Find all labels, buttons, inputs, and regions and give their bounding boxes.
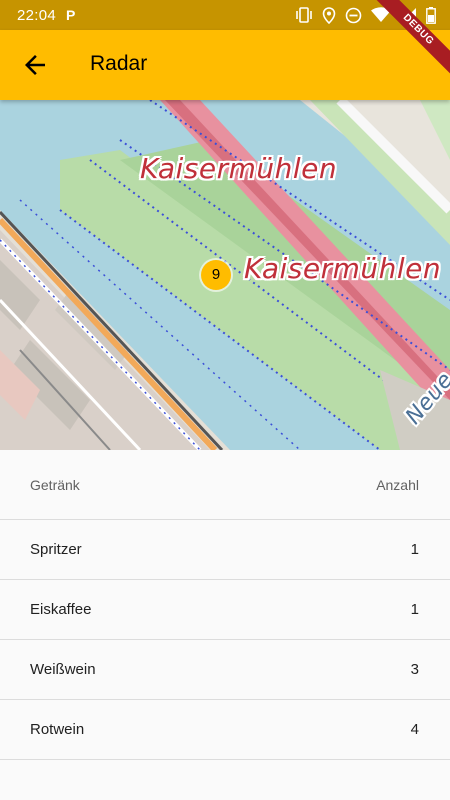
do-not-disturb-icon bbox=[345, 7, 362, 23]
location-icon bbox=[322, 6, 336, 24]
column-header-drink: Getränk bbox=[30, 476, 80, 493]
table-row: Rotwein 4 bbox=[0, 700, 450, 760]
drink-name: Weißwein bbox=[30, 661, 96, 678]
map-view[interactable]: Kaisermühlen Kaisermühlen Neue 9 bbox=[0, 100, 450, 450]
status-time: 22:04 bbox=[17, 6, 57, 24]
table-row: Spritzer 1 bbox=[0, 520, 450, 580]
vibrate-icon bbox=[296, 7, 312, 23]
drink-count: 4 bbox=[410, 721, 419, 738]
battery-icon bbox=[426, 6, 436, 24]
table-header-row: Getränk Anzahl bbox=[0, 450, 450, 520]
table-row: Eiskaffee 1 bbox=[0, 580, 450, 640]
map-label: Kaisermühlen bbox=[244, 252, 442, 285]
drink-name: Eiskaffee bbox=[30, 601, 92, 618]
drink-name: Rotwein bbox=[30, 721, 85, 738]
drink-count: 1 bbox=[410, 541, 419, 558]
drink-count: 1 bbox=[410, 601, 419, 618]
drink-count: 3 bbox=[410, 661, 419, 678]
drink-name: Spritzer bbox=[30, 541, 82, 558]
parking-icon: P bbox=[66, 7, 76, 23]
back-button[interactable] bbox=[20, 50, 50, 80]
drinks-table: Getränk Anzahl Spritzer 1 Eiskaffee 1 We… bbox=[0, 450, 450, 760]
map-label: Kaisermühlen bbox=[140, 152, 338, 185]
arrow-back-icon bbox=[25, 55, 45, 75]
page-title: Radar bbox=[90, 52, 148, 75]
column-header-count: Anzahl bbox=[376, 476, 419, 493]
map-marker[interactable]: 9 bbox=[201, 260, 231, 290]
table-row: Weißwein 3 bbox=[0, 640, 450, 700]
app-bar: Radar bbox=[0, 30, 450, 100]
